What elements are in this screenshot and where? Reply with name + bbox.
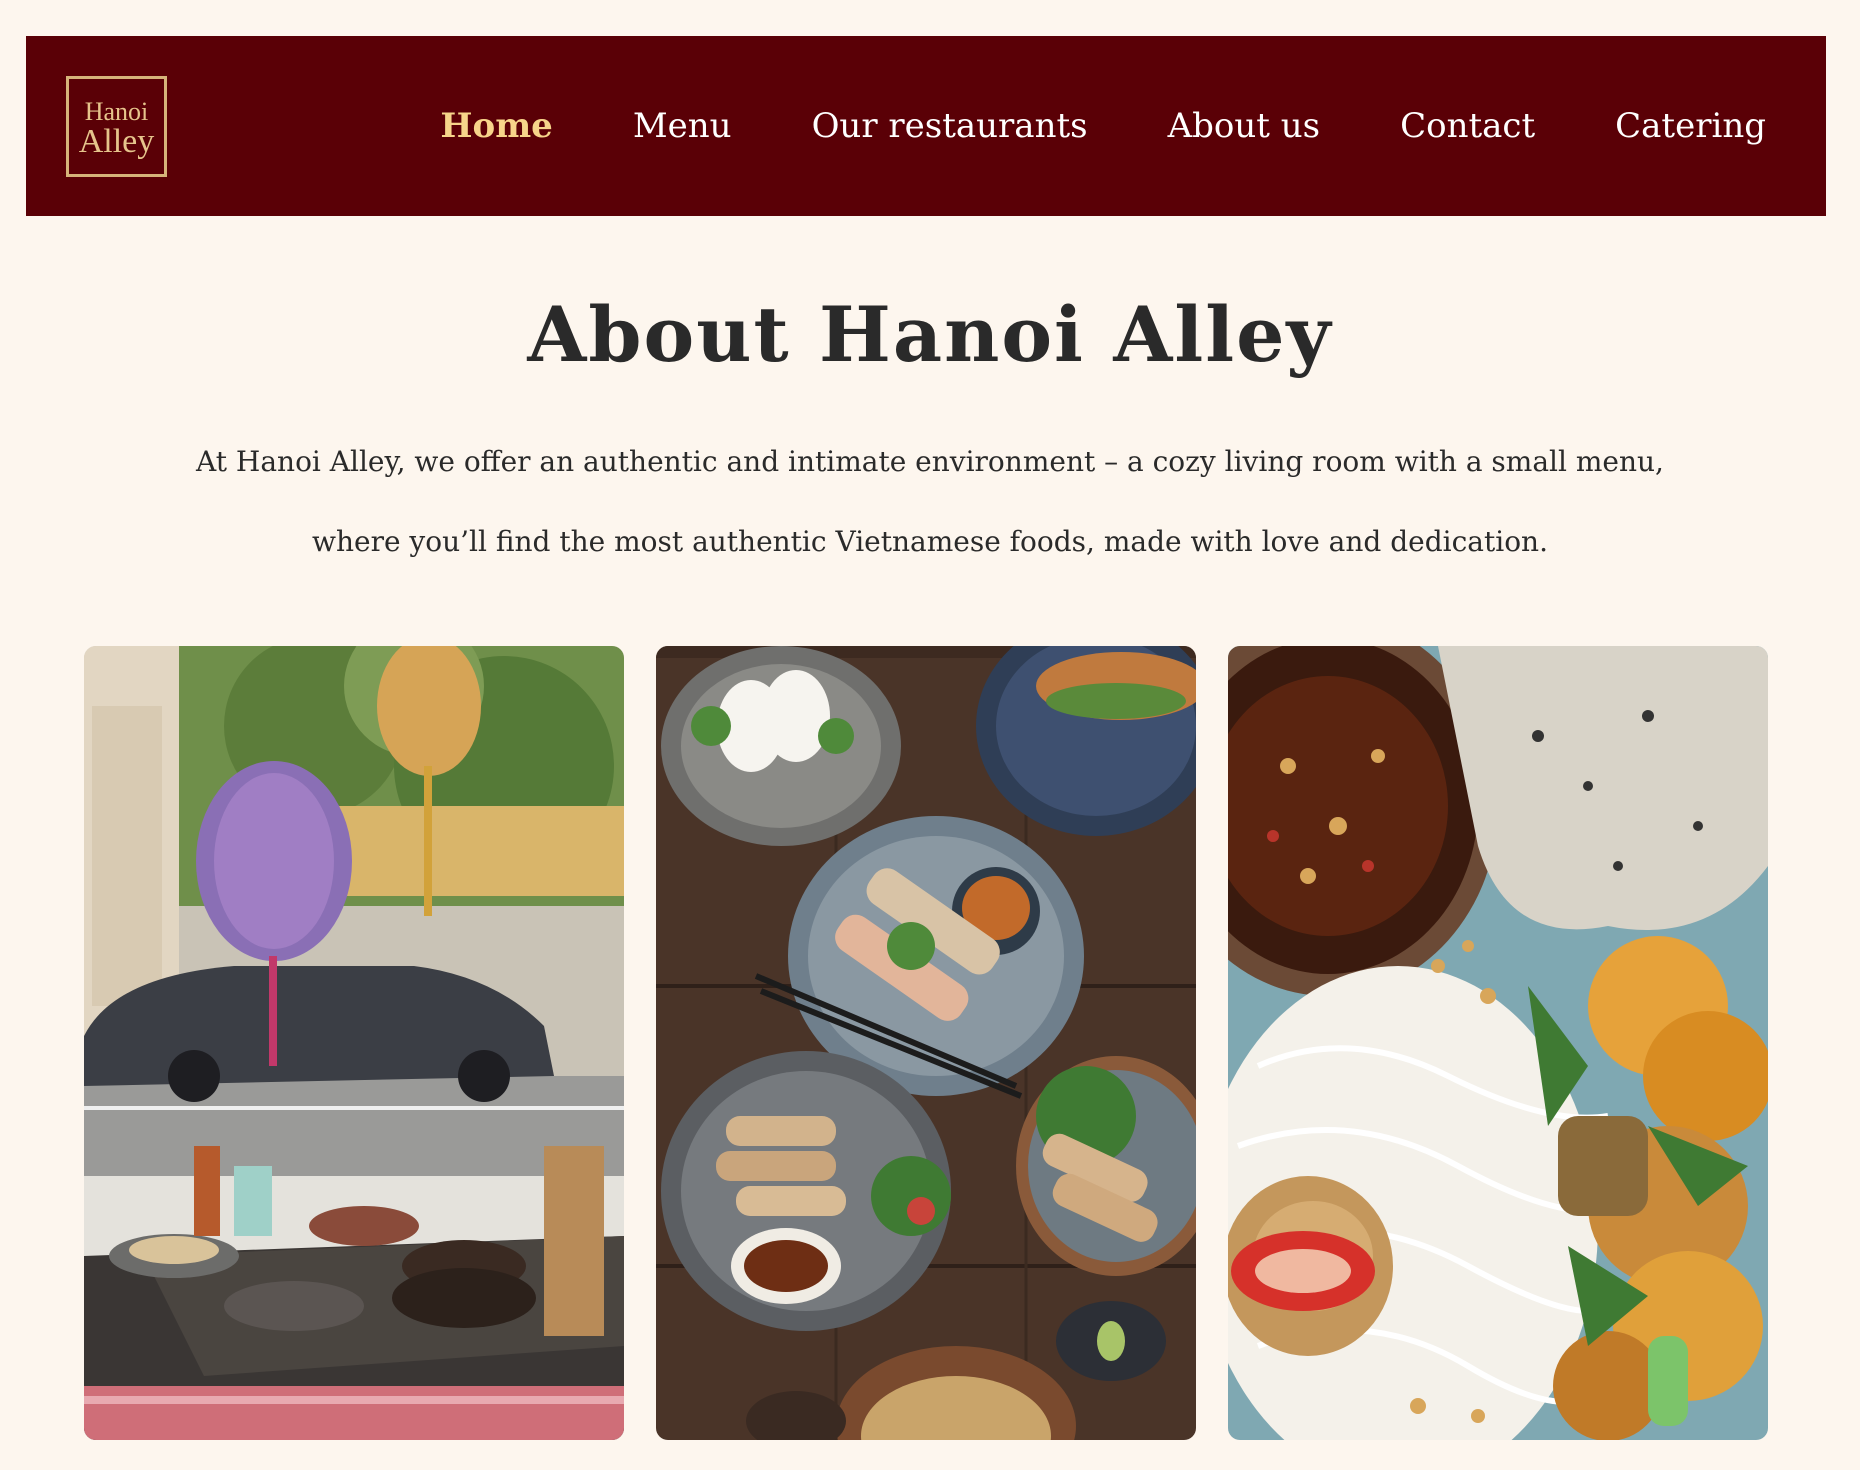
nav-item-about-us: About us bbox=[1168, 106, 1321, 146]
logo-line-2: Alley bbox=[78, 123, 155, 160]
vietnamese-dishes-photo bbox=[656, 646, 1196, 1440]
logo-line-1: Hanoi bbox=[84, 97, 149, 126]
nav-link-catering[interactable]: Catering bbox=[1615, 106, 1766, 146]
nav-link-our-restaurants[interactable]: Our restaurants bbox=[812, 106, 1088, 146]
noodle-dish-image bbox=[1228, 646, 1768, 1440]
nav-link-menu[interactable]: Menu bbox=[633, 106, 732, 146]
nav-item-contact: Contact bbox=[1400, 106, 1535, 146]
nav-item-menu: Menu bbox=[633, 106, 732, 146]
vietnamese-dishes-image bbox=[656, 646, 1196, 1440]
intro-line-1: At Hanoi Alley, we offer an authentic an… bbox=[196, 445, 1664, 478]
hanoi-alley-logo[interactable]: Hanoi Alley bbox=[66, 76, 167, 177]
nav-link-contact[interactable]: Contact bbox=[1400, 106, 1535, 146]
nav-item-home: Home bbox=[440, 106, 552, 146]
nav-item-catering: Catering bbox=[1615, 106, 1766, 146]
nav-link-about-us[interactable]: About us bbox=[1168, 106, 1321, 146]
nav-link-home[interactable]: Home bbox=[440, 106, 552, 146]
restaurant-window-image bbox=[84, 646, 624, 1440]
nav-item-our-restaurants: Our restaurants bbox=[812, 106, 1088, 146]
main-nav: Home Menu Our restaurants About us Conta… bbox=[440, 36, 1766, 216]
page-title: About Hanoi Alley bbox=[527, 290, 1333, 379]
noodle-dish-photo bbox=[1228, 646, 1768, 1440]
intro-line-2: where you’ll find the most authentic Vie… bbox=[312, 525, 1548, 558]
site-header: Hanoi Alley Home Menu Our restaurants Ab… bbox=[26, 36, 1826, 216]
intro-paragraph: At Hanoi Alley, we offer an authentic an… bbox=[110, 422, 1750, 582]
photo-gallery bbox=[84, 646, 1768, 1440]
restaurant-window-photo bbox=[84, 646, 624, 1440]
